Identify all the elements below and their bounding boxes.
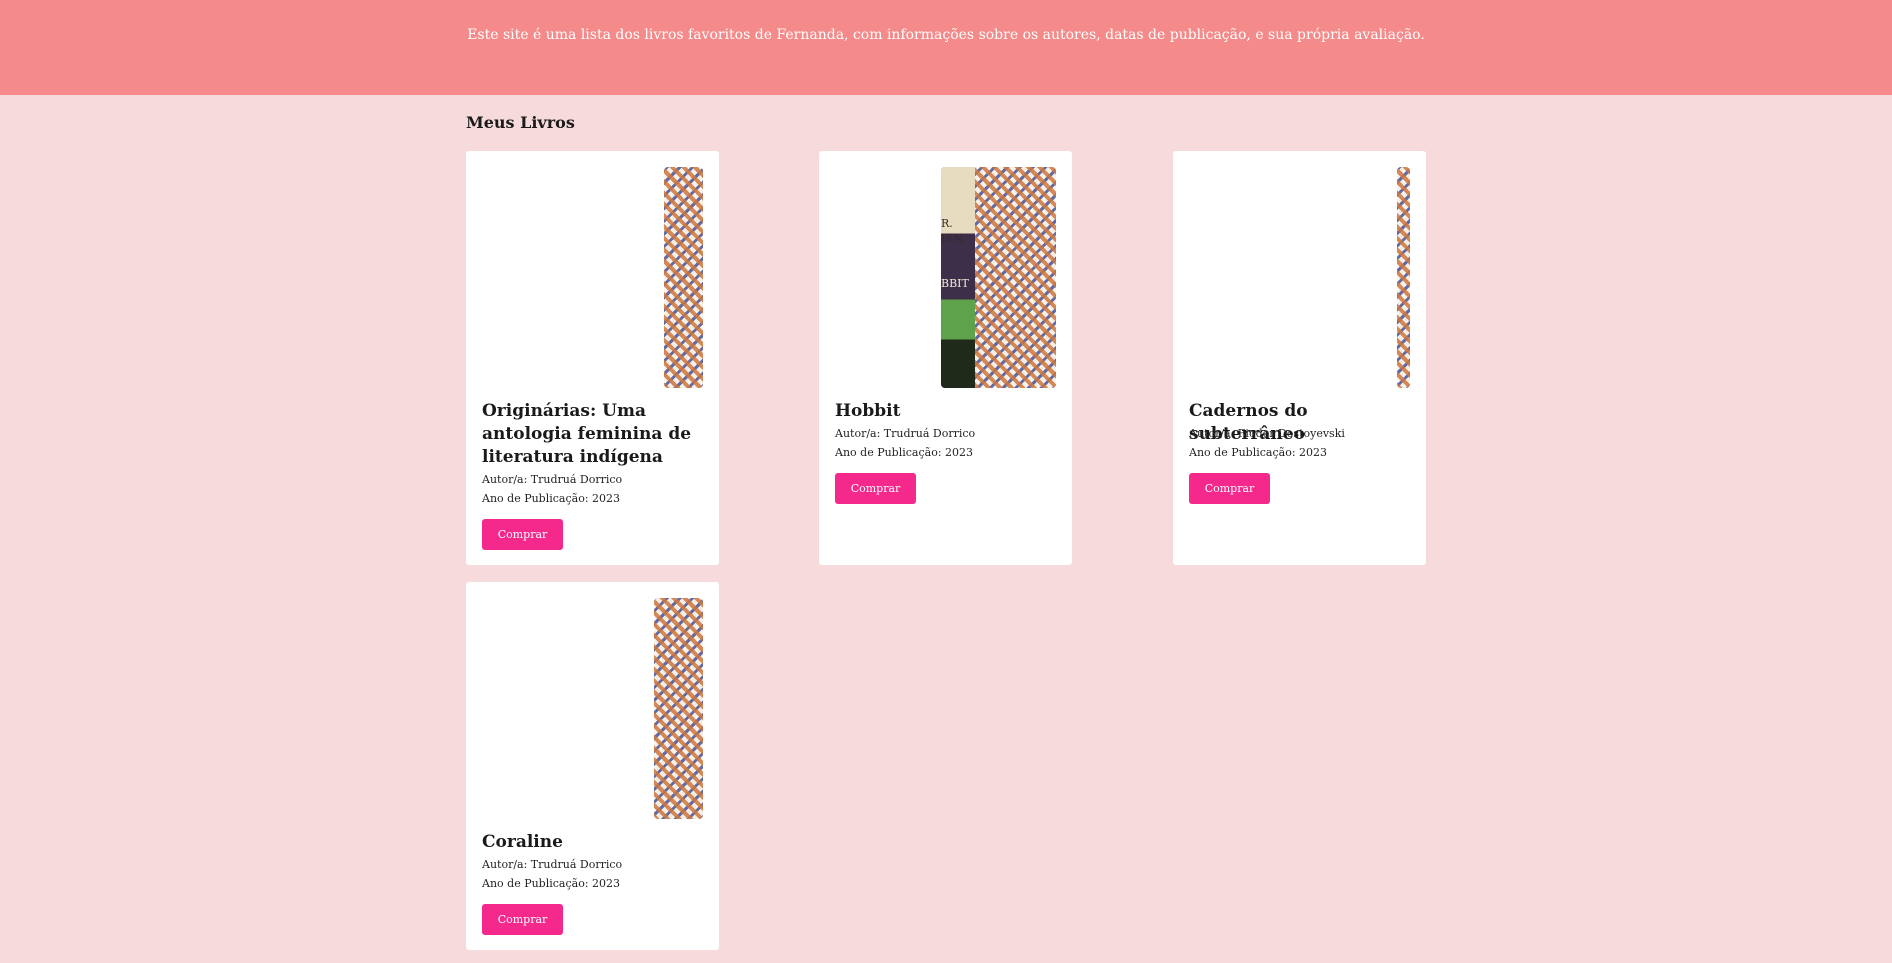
book-title: Coraline [482, 832, 563, 852]
book-card: Coraline Autor/a: Trudruá Dorrico Ano de… [466, 582, 719, 950]
header-banner: Este site é uma lista dos livros favorit… [0, 0, 1892, 95]
book-title: Originárias: Uma antologia feminina de l… [482, 401, 692, 467]
book-card: R. IEN BBIT Hobbit Autor/a: Trudruá Dorr… [819, 151, 1072, 565]
buy-button[interactable]: Comprar [1189, 473, 1270, 504]
book-title: Hobbit [835, 401, 901, 421]
book-cover-image [664, 167, 703, 388]
book-cover-image [1397, 167, 1410, 388]
book-cover-image [654, 598, 703, 819]
section-title: Meus Livros [466, 113, 575, 132]
book-year: Ano de Publicação: 2023 [482, 877, 621, 890]
site-description: Este site é uma lista dos livros favorit… [467, 27, 1425, 43]
hobbit-cover-art: R. IEN BBIT [941, 167, 975, 388]
book-author: Autor/a: Trudruá Dorrico [835, 427, 976, 440]
buy-button[interactable]: Comprar [482, 904, 563, 935]
book-cover-image: R. IEN BBIT [941, 167, 1056, 388]
buy-button[interactable]: Comprar [482, 519, 563, 550]
book-author: Autor/a: Trudruá Dorrico [482, 858, 623, 871]
book-card: Cadernos do subterrâneo Autor/a: Fiodor … [1173, 151, 1426, 565]
book-card: Originárias: Uma antologia feminina de l… [466, 151, 719, 565]
buy-button[interactable]: Comprar [835, 473, 916, 504]
book-year: Ano de Publicação: 2023 [835, 446, 974, 459]
book-year: Ano de Publicação: 2023 [482, 492, 621, 505]
cover-text: IEN [941, 232, 963, 245]
book-author: Autor/a: Fiodor Dostoyevski [1189, 427, 1345, 440]
book-year: Ano de Publicação: 2023 [1189, 446, 1328, 459]
cover-text: R. [941, 217, 953, 230]
book-author: Autor/a: Trudruá Dorrico [482, 473, 623, 486]
cover-text: BBIT [941, 277, 969, 290]
